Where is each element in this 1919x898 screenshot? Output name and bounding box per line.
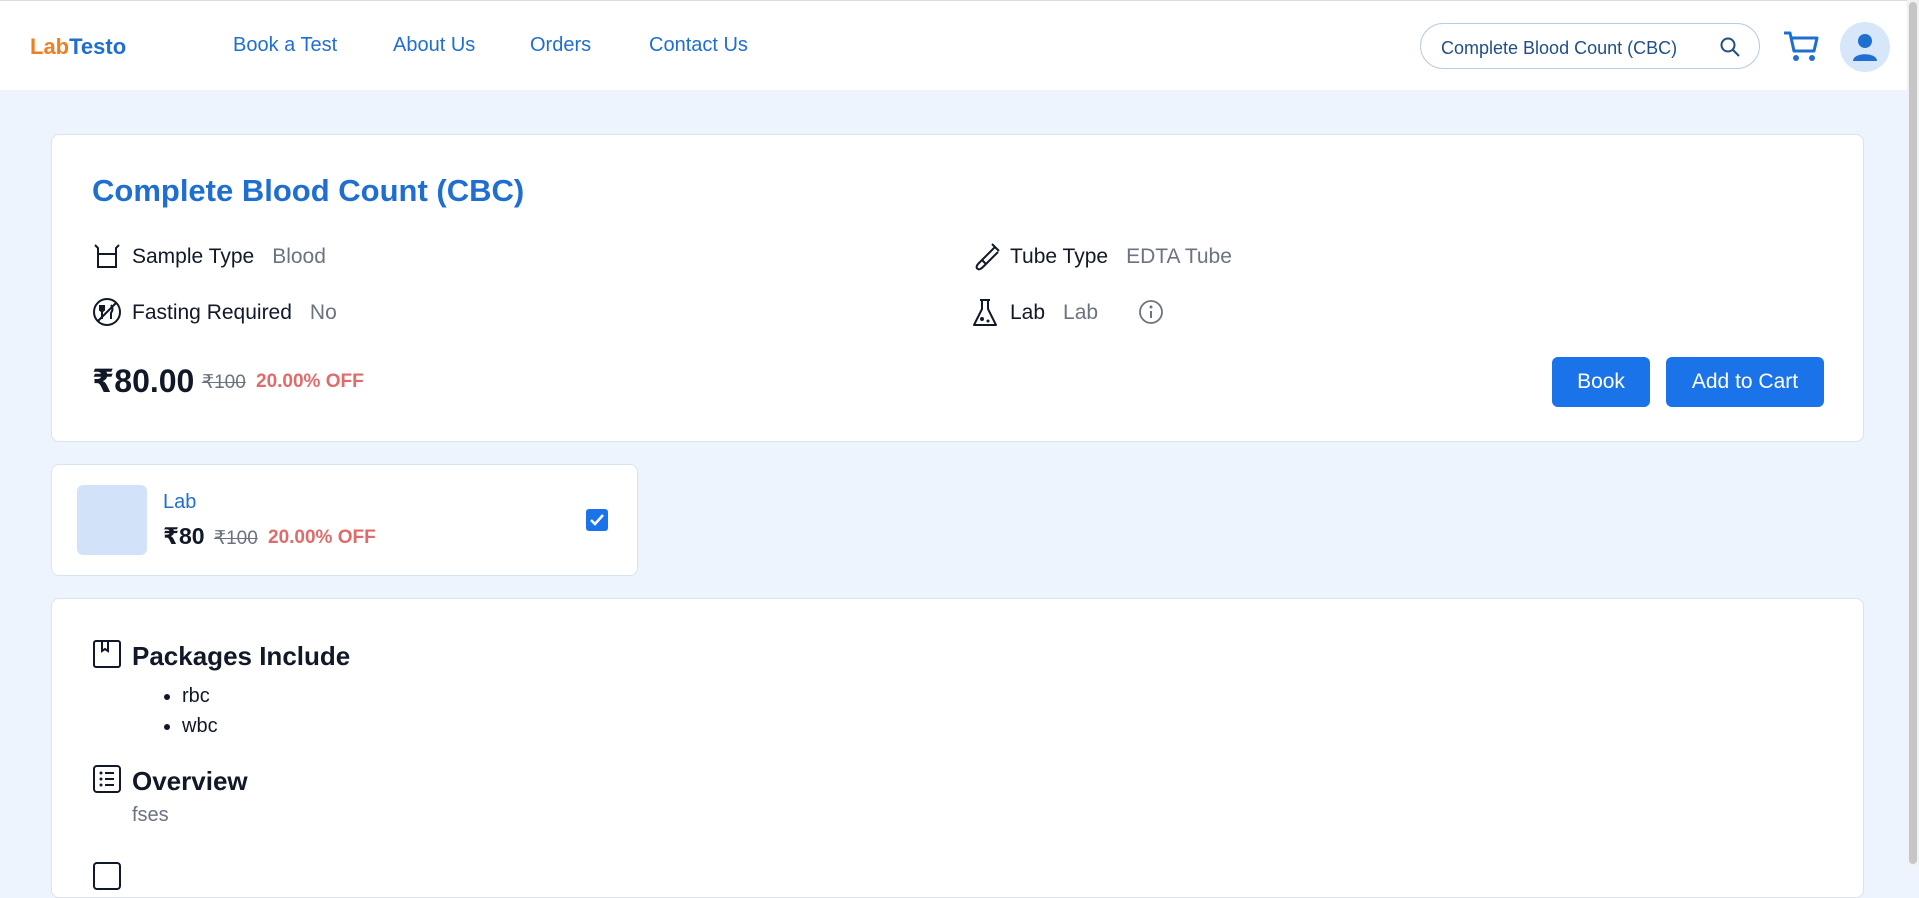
- search-input[interactable]: Complete Blood Count (CBC): [1420, 23, 1760, 69]
- attr-lab: Lab Lab: [973, 299, 1163, 326]
- top-navbar: LabTesto Book a Test About Us Orders Con…: [0, 0, 1919, 90]
- nav-orders[interactable]: Orders: [530, 34, 591, 57]
- test-title: Complete Blood Count (CBC): [92, 173, 525, 208]
- brand-logo[interactable]: LabTesto: [30, 34, 126, 60]
- packages-list: rbc wbc: [162, 681, 218, 741]
- attr-tube-type: Tube Type EDTA Tube: [975, 243, 1232, 271]
- user-avatar[interactable]: [1840, 22, 1890, 72]
- nav-about-us[interactable]: About Us: [393, 34, 475, 57]
- attr-value: Lab: [1063, 301, 1099, 324]
- attr-key: Tube Type: [1010, 245, 1109, 268]
- book-button[interactable]: Book: [1552, 357, 1650, 407]
- page-scrollbar[interactable]: [1907, 0, 1919, 866]
- test-price: ₹80.00: [92, 363, 195, 399]
- brand-logo-part2: Testo: [69, 34, 127, 59]
- attr-value: EDTA Tube: [1126, 245, 1232, 268]
- lab-option-name[interactable]: Lab: [163, 491, 196, 514]
- packages-heading: Packages Include: [132, 641, 351, 671]
- test-tube-icon: [970, 241, 1002, 279]
- lab-option-discount: 20.00% OFF: [268, 527, 376, 548]
- user-icon: [1853, 34, 1877, 61]
- attr-key: Lab: [1010, 301, 1046, 324]
- overview-text: fses: [132, 804, 169, 826]
- package-icon: [92, 639, 122, 674]
- checkmark-icon: [590, 514, 604, 526]
- search-icon[interactable]: [1719, 36, 1741, 63]
- attr-value: Blood: [272, 245, 326, 268]
- list-item: wbc: [182, 711, 218, 741]
- add-to-cart-button[interactable]: Add to Cart: [1666, 357, 1824, 407]
- nav-contact-us[interactable]: Contact Us: [649, 34, 748, 57]
- test-mrp: ₹100: [202, 372, 246, 393]
- scrollbar-thumb[interactable]: [1909, 2, 1917, 864]
- fasting-icon: [92, 297, 122, 333]
- lab-thumbnail: [77, 485, 147, 555]
- brand-logo-part1: Lab: [30, 34, 70, 59]
- lab-select-checkbox[interactable]: [586, 509, 608, 531]
- lab-option-price: ₹80: [163, 523, 205, 549]
- list-item: rbc: [182, 681, 218, 711]
- cart-icon[interactable]: [1782, 29, 1820, 68]
- sample-container-icon: [92, 241, 122, 277]
- overview-heading: Overview: [132, 766, 248, 796]
- lab-option-mrp: ₹100: [214, 528, 258, 549]
- lab-option-card[interactable]: Lab ₹80 ₹100 20.00% OFF: [51, 464, 638, 576]
- nav-book-a-test[interactable]: Book a Test: [233, 34, 337, 57]
- attr-sample-type: Sample Type Blood: [94, 244, 326, 269]
- attr-value: No: [309, 301, 337, 324]
- attr-key: Sample Type: [132, 245, 255, 268]
- flask-icon: [970, 297, 1000, 335]
- test-details-card: Packages Include rbc wbc Overview fses: [51, 598, 1864, 898]
- info-icon[interactable]: [1138, 299, 1164, 331]
- test-detail-card: Complete Blood Count (CBC) Sample Type Bl…: [51, 134, 1864, 442]
- section-icon: [92, 861, 122, 896]
- search-input-value: Complete Blood Count (CBC): [1441, 38, 1678, 58]
- attr-key: Fasting Required: [132, 301, 292, 324]
- test-discount: 20.00% OFF: [256, 371, 364, 392]
- list-document-icon: [92, 764, 122, 799]
- attr-fasting-required: Fasting Required No: [93, 298, 337, 326]
